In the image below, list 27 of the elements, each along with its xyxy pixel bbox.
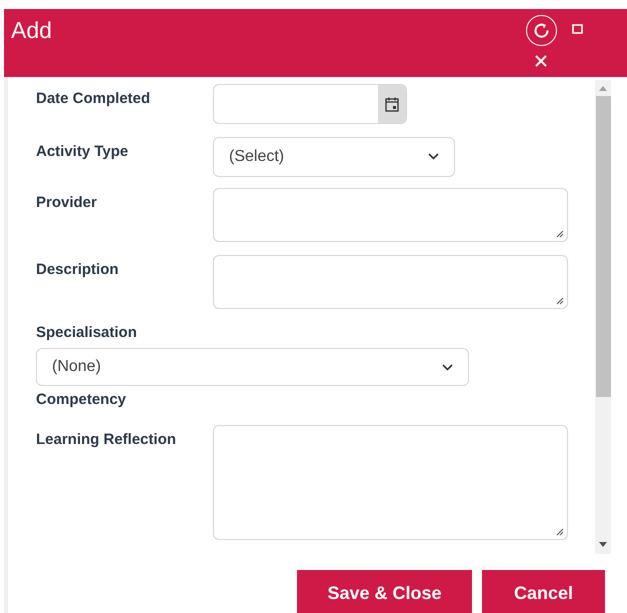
field-label: Activity Type	[36, 142, 128, 160]
field-label: Description	[36, 261, 119, 278]
dropdown[interactable]: (None)	[36, 348, 469, 386]
chevron-down-icon	[428, 153, 439, 160]
scroll-down-icon[interactable]	[599, 542, 607, 547]
date-field[interactable]	[213, 84, 407, 124]
cancel-button[interactable]: Cancel	[482, 570, 605, 613]
field-label: Date Completed	[36, 90, 150, 107]
dropdown[interactable]: (Select)	[213, 136, 455, 177]
calendar-button[interactable]	[378, 85, 406, 123]
field-label: Specialisation	[36, 322, 138, 343]
calendar-icon	[385, 96, 399, 112]
maximize-icon[interactable]	[572, 24, 583, 34]
field-label: Competency	[36, 390, 126, 408]
save-close-button[interactable]: Save & Close	[297, 570, 472, 613]
resize-handle-icon[interactable]	[556, 297, 564, 306]
scrollbar-thumb[interactable]	[596, 96, 610, 397]
refresh-icon	[533, 22, 550, 39]
close-icon[interactable]	[535, 55, 547, 67]
chevron-down-icon	[442, 364, 453, 371]
refresh-button[interactable]	[526, 15, 557, 46]
scrollbar[interactable]	[595, 80, 611, 554]
field-label: Provider	[36, 194, 97, 212]
resize-handle-icon[interactable]	[556, 230, 564, 238]
field-label: Learning Reflection	[36, 430, 176, 448]
resize-handle-icon[interactable]	[556, 528, 564, 536]
window-title: Add	[11, 16, 52, 45]
